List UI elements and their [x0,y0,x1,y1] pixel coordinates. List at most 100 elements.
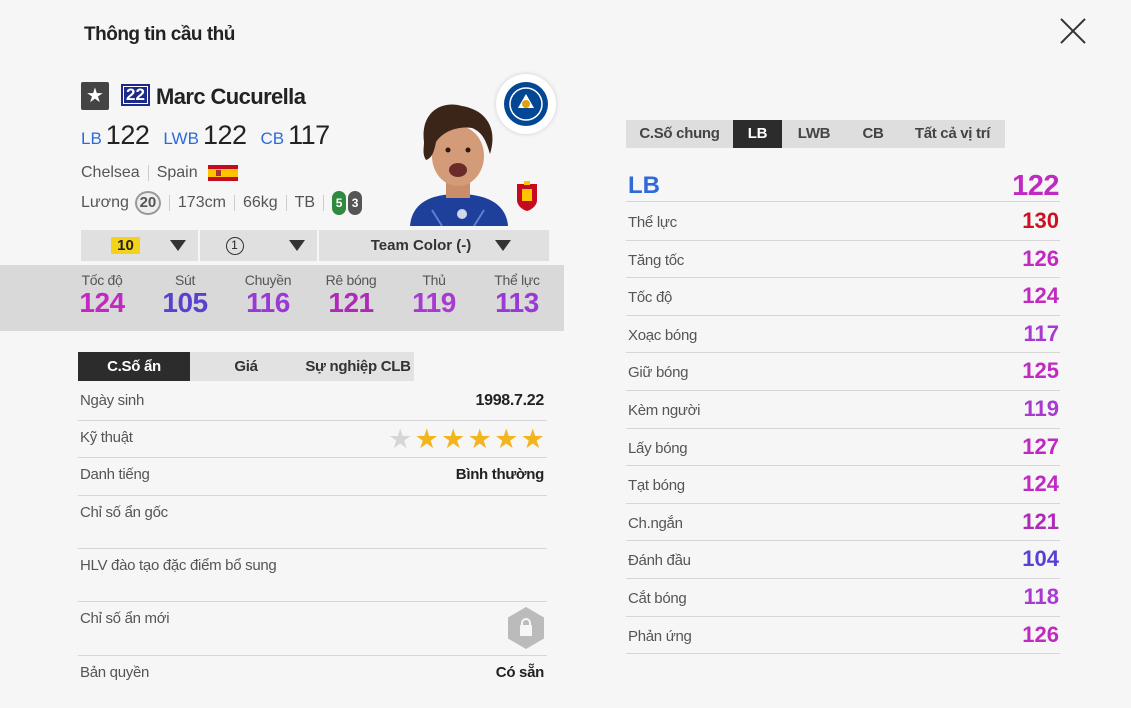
attribute-value: 104 [1022,546,1059,572]
salary-badge: 20 [134,191,161,215]
attribute-value: 119 [1023,395,1060,421]
stat-value: 105 [162,287,208,318]
attribute-label: Ch.ngắn [628,514,683,532]
star-filled-icon: ★ [441,424,466,454]
info-row-hidden: Chỉ số ẩn gốc [78,496,547,549]
fame-value: Bình thường [455,466,545,483]
right-foot-icon: 3 [348,191,363,215]
attribute-value: 126 [1022,621,1059,647]
info-label: Bản quyền [80,664,150,681]
tab-lb[interactable]: LB [733,120,782,148]
stat-label: Sút [174,272,196,288]
attribute-value: 118 [1023,583,1060,609]
info-label: Chỉ số ẩn mới [80,610,170,627]
tab-hidden-stats[interactable]: C.Số ẩn [78,352,190,381]
attribute-row: Kèm người 119 [626,391,1060,429]
attribute-value: 124 [1022,283,1059,309]
attribute-label: Cắt bóng [628,589,687,607]
attribute-row: Giữ bóng 125 [626,353,1060,391]
position-ovr: 117 [288,120,330,150]
player-name: Marc Cucurella [156,84,306,109]
position-ratings: LB 122 LWB 122 CB 117 [81,120,344,151]
info-row-license: Bản quyền Có sẵn [78,656,547,693]
upgrade-badge: 10 [111,237,140,254]
club-nation-line: Chelsea Spain [81,164,238,182]
attribute-row: Ch.ngắn 121 [626,504,1060,542]
star-filled-icon: ★ [414,424,439,454]
chelsea-logo-icon [496,74,556,134]
position-ovr: 122 [105,120,150,150]
favorite-star-icon[interactable]: ★ [81,82,109,110]
stat-defending: Thủ 119 [399,272,469,319]
attribute-value: 125 [1022,358,1059,384]
stat-value: 113 [495,287,539,318]
attribute-label: Lấy bóng [628,439,688,457]
stat-passing: Chuyền 116 [233,272,303,319]
attribute-row: Tạt bóng 124 [626,466,1060,504]
body-type: TB [294,194,316,211]
tab-lwb[interactable]: LWB [782,120,846,148]
stat-label: Rê bóng [325,272,377,288]
attribute-row: Thể lực 130 [626,203,1060,241]
card-options: 10 1 Team Color (-) [81,230,551,261]
position-header: LB 122 [626,168,1060,202]
attribute-value: 121 [1022,508,1059,534]
star-filled-icon: ★ [467,424,492,454]
position-ovr: 122 [1012,170,1059,202]
page-title: Thông tin cầu thủ [84,24,235,45]
chevron-down-icon [495,240,511,251]
position-ovr: 122 [202,120,247,150]
position-tabs: C.Số chung LB LWB CB Tất cả vị trí [626,120,1005,148]
attribute-label: Tăng tốc [628,251,684,269]
attribute-value: 124 [1022,471,1059,497]
info-row-fame: Danh tiếng Bình thường [78,458,547,496]
stat-value: 116 [246,287,290,318]
stat-physical: Thể lực 113 [482,272,552,319]
info-row-birth: Ngày sinh 1998.7.22 [78,384,547,421]
upgrade-level-dropdown[interactable]: 10 [81,230,198,261]
chevron-down-icon [289,240,305,251]
attribute-row: Tăng tốc 126 [626,241,1060,279]
club-name: Chelsea [81,164,140,181]
star-filled-icon: ★ [494,424,519,454]
info-table: Ngày sinh 1998.7.22 Kỹ thuật Danh tiếng … [78,384,547,693]
star-empty-icon: ★ [388,424,413,454]
attribute-row: Xoạc bóng 117 [626,316,1060,354]
info-label: Kỹ thuật [80,429,133,446]
position-label: LB [81,129,102,148]
attribute-label: Thể lực [628,214,677,231]
team-color-dropdown[interactable]: Team Color (-) [319,230,549,261]
spain-flag-icon [207,165,238,181]
position-label: LWB [163,129,199,148]
license-value: Có sẵn [495,664,545,681]
divider [147,165,149,181]
stat-value: 121 [328,287,374,318]
stat-pace: Tốc độ 124 [67,272,137,319]
tab-all-positions[interactable]: Tất cả vị trí [900,120,1005,148]
team-level-value: 1 [225,236,244,255]
team-level-dropdown[interactable]: 1 [200,230,317,261]
star-filled-icon: ★ [520,424,545,454]
stat-shooting: Sút 105 [150,272,220,319]
weight: 66kg [242,194,278,211]
attribute-label: Phản ứng [628,627,692,645]
close-icon[interactable] [1058,16,1088,46]
stat-label: Thể lực [494,272,540,288]
position-label: CB [260,129,285,148]
info-tabs: C.Số ẩn Giá Sự nghiệp CLB [78,352,414,381]
attribute-row: Đánh đầu 104 [626,541,1060,579]
attribute-label: Tạt bóng [628,477,685,495]
tab-price[interactable]: Giá [190,352,302,381]
player-info-line: Lương 20 173cm 66kg TB 5 3 [81,191,363,215]
info-label: Danh tiếng [80,466,150,483]
attribute-row: Phản ứng 126 [626,617,1060,655]
tab-general[interactable]: C.Số chung [626,120,733,148]
tab-club-career[interactable]: Sự nghiệp CLB [302,352,414,381]
attribute-label: Kèm người [628,401,701,419]
stat-label: Thủ [422,272,446,288]
attribute-label: Xoạc bóng [628,326,698,344]
chevron-down-icon [170,240,186,251]
tab-cb[interactable]: CB [846,120,900,148]
attribute-label: Tốc độ [628,289,673,307]
height: 173cm [177,194,226,211]
